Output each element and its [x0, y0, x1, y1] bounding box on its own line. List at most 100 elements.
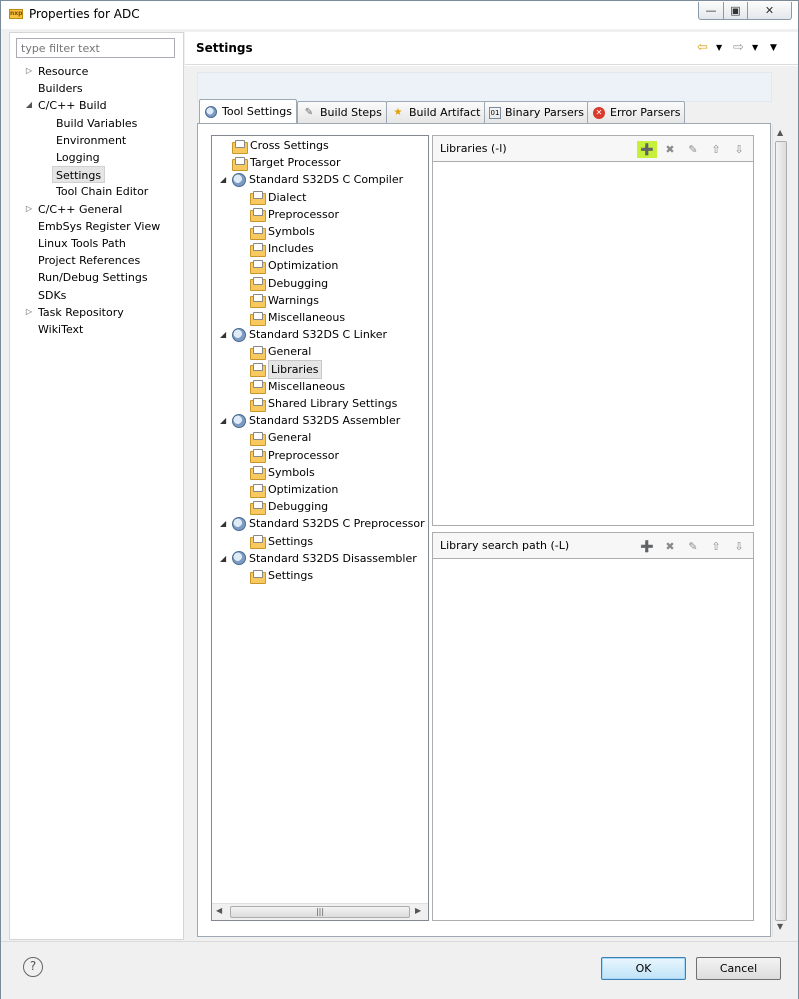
- expand-down-icon[interactable]: ◢: [220, 550, 226, 567]
- folder-icon: [250, 242, 266, 257]
- ok-button[interactable]: OK: [601, 957, 686, 980]
- sidebar-item-wikitext[interactable]: WikiText: [38, 321, 83, 338]
- sidebar-item-logging[interactable]: Logging: [56, 149, 100, 166]
- tree-item[interactable]: General: [250, 343, 311, 360]
- expand-down-icon[interactable]: ◢: [24, 100, 34, 109]
- expand-down-icon[interactable]: ◢: [220, 326, 226, 343]
- tree-item[interactable]: Target Processor: [232, 154, 341, 171]
- arrow-right-icon[interactable]: ⇨: [733, 40, 744, 55]
- sidebar-item-embsys-register-view[interactable]: EmbSys Register View: [38, 218, 160, 235]
- scroll-down-icon[interactable]: ▼: [777, 922, 783, 931]
- move-down-library-button[interactable]: ⇩: [729, 141, 749, 158]
- expand-down-icon[interactable]: ◢: [220, 412, 226, 429]
- tree-item[interactable]: Settings: [250, 567, 313, 584]
- add-library-button[interactable]: ➕: [637, 141, 657, 158]
- delete-path-button[interactable]: ✖: [660, 538, 680, 555]
- sidebar-item-project-references[interactable]: Project References: [38, 252, 140, 269]
- scrollbar-thumb[interactable]: [775, 141, 787, 921]
- folder-icon: [250, 397, 266, 412]
- tree-item[interactable]: Preprocessor: [250, 206, 339, 223]
- tree-item[interactable]: Includes: [250, 240, 314, 257]
- sidebar-item-c-c-build[interactable]: C/C++ Build: [38, 97, 107, 114]
- tree-item[interactable]: Debugging: [250, 275, 328, 292]
- title-bar[interactable]: nxp Properties for ADC — ▣ ✕: [1, 1, 798, 29]
- tree-item[interactable]: ◢ Standard S32DS Disassembler: [220, 550, 417, 567]
- tree-item[interactable]: Cross Settings: [232, 137, 329, 154]
- maximize-button[interactable]: ▣: [723, 2, 748, 20]
- tree-item[interactable]: Symbols: [250, 223, 315, 240]
- tree-item[interactable]: ◢ Standard S32DS C Preprocessor: [220, 515, 425, 532]
- scroll-up-icon[interactable]: ▲: [777, 128, 783, 137]
- tree-item[interactable]: Settings: [250, 533, 313, 550]
- vertical-scrollbar[interactable]: ▲ ▼: [772, 125, 789, 937]
- sidebar-item-linux-tools-path[interactable]: Linux Tools Path: [38, 235, 126, 252]
- tree-item[interactable]: Dialect: [250, 189, 306, 206]
- sidebar-item-c-c-general[interactable]: C/C++ General: [38, 201, 122, 218]
- tree-item[interactable]: ◢ Standard S32DS Assembler: [220, 412, 400, 429]
- chevron-down-icon[interactable]: ▼: [716, 43, 722, 52]
- tree-item[interactable]: General: [250, 429, 311, 446]
- sidebar-item-environment[interactable]: Environment: [56, 132, 126, 149]
- cancel-button[interactable]: Cancel: [696, 957, 781, 980]
- tree-item-label: Cross Settings: [250, 139, 329, 152]
- close-button[interactable]: ✕: [747, 2, 792, 20]
- sidebar-item-builders[interactable]: Builders: [38, 80, 83, 97]
- sidebar-item-task-repository[interactable]: Task Repository: [38, 304, 124, 321]
- scroll-right-icon[interactable]: ▶: [415, 906, 421, 915]
- tab-tool-settings[interactable]: Tool Settings: [199, 99, 297, 123]
- tree-item[interactable]: ◢ Standard S32DS C Linker: [220, 326, 387, 343]
- tool-tree[interactable]: Cross Settings Target Processor ◢ Standard …: [211, 135, 429, 921]
- expand-right-icon[interactable]: ▷: [24, 204, 34, 213]
- view-menu-icon[interactable]: ▼: [770, 43, 777, 53]
- filter-input[interactable]: [16, 38, 175, 58]
- move-up-library-button[interactable]: ⇧: [706, 141, 726, 158]
- move-down-path-button[interactable]: ⇩: [729, 538, 749, 555]
- expand-down-icon[interactable]: ◢: [220, 515, 226, 532]
- libraries-list[interactable]: [433, 163, 753, 525]
- tree-item[interactable]: Libraries: [250, 359, 322, 379]
- move-up-path-button[interactable]: ⇧: [706, 538, 726, 555]
- tree-item[interactable]: Shared Library Settings: [250, 395, 397, 412]
- tree-item[interactable]: Symbols: [250, 464, 315, 481]
- tab-build-steps[interactable]: ✎ Build Steps: [297, 101, 387, 123]
- tree-item[interactable]: Warnings: [250, 292, 319, 309]
- sidebar-item-build-variables[interactable]: Build Variables: [56, 115, 137, 132]
- add-path-button[interactable]: ➕: [637, 538, 657, 555]
- scroll-left-icon[interactable]: ◀: [216, 906, 222, 915]
- build-steps-icon: ✎: [304, 107, 314, 118]
- tree-item[interactable]: Optimization: [250, 257, 338, 274]
- tree-item[interactable]: Optimization: [250, 481, 338, 498]
- tree-item[interactable]: Debugging: [250, 498, 328, 515]
- minimize-button[interactable]: —: [698, 2, 724, 20]
- horizontal-scrollbar[interactable]: ◀ ||| ▶: [212, 903, 428, 920]
- expand-right-icon[interactable]: ▷: [24, 66, 34, 75]
- tree-item[interactable]: Preprocessor: [250, 447, 339, 464]
- help-button[interactable]: ?: [23, 957, 43, 977]
- tree-item[interactable]: Miscellaneous: [250, 378, 345, 395]
- tab-build-artifact[interactable]: ★ Build Artifact: [386, 101, 486, 123]
- tab-binary-parsers[interactable]: 01 Binary Parsers: [484, 101, 589, 123]
- tree-item[interactable]: Miscellaneous: [250, 309, 345, 326]
- sidebar-item-settings[interactable]: Settings: [52, 166, 106, 184]
- chevron-down-icon[interactable]: ▼: [752, 43, 758, 52]
- sidebar-item-tool-chain-editor[interactable]: Tool Chain Editor: [56, 183, 148, 200]
- arrow-left-icon[interactable]: ⇦: [697, 40, 708, 55]
- folder-icon: [250, 277, 266, 292]
- sidebar-item-sdks[interactable]: SDKs: [38, 287, 66, 304]
- expand-right-icon[interactable]: ▷: [24, 307, 34, 316]
- edit-library-button[interactable]: ✎: [683, 141, 703, 158]
- tree-item[interactable]: ◢ Standard S32DS C Compiler: [220, 171, 403, 188]
- search-path-list[interactable]: [433, 560, 753, 920]
- expand-down-icon[interactable]: ◢: [220, 171, 226, 188]
- add-icon: ➕: [640, 540, 654, 553]
- sidebar-item-resource[interactable]: Resource: [38, 63, 88, 80]
- tab-label: Tool Settings: [222, 105, 292, 118]
- tab-error-parsers[interactable]: ✕ Error Parsers: [587, 101, 686, 123]
- edit-path-button[interactable]: ✎: [683, 538, 703, 555]
- tree-item-label: Symbols: [268, 225, 315, 238]
- delete-library-button[interactable]: ✖: [660, 141, 680, 158]
- edit-icon: ✎: [688, 540, 698, 553]
- sidebar-item-run-debug-settings[interactable]: Run/Debug Settings: [38, 269, 148, 286]
- scrollbar-thumb[interactable]: |||: [230, 906, 410, 918]
- tree-item-label: Miscellaneous: [268, 311, 346, 324]
